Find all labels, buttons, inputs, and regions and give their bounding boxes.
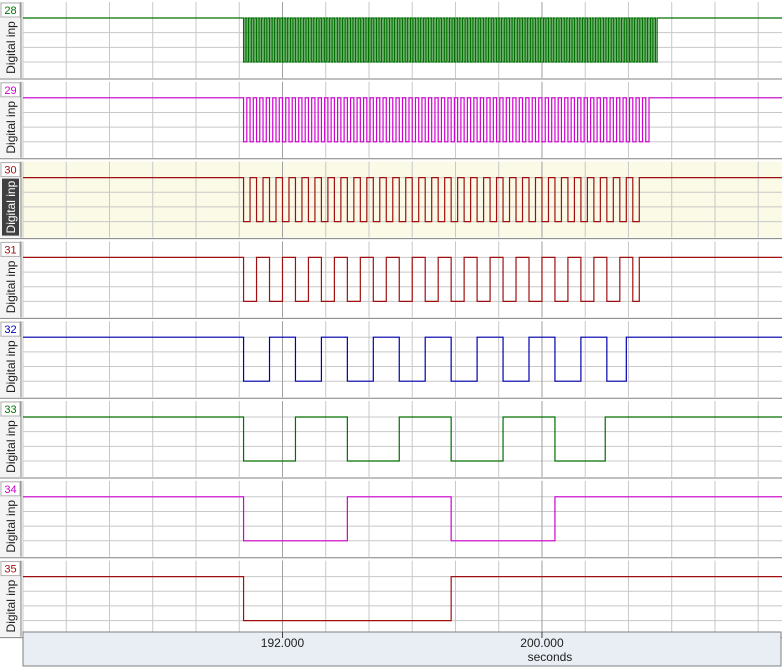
channel-panel xyxy=(0,241,782,318)
channel-axis-label: Digital inp xyxy=(4,420,18,473)
channel-axis-label: Digital inp xyxy=(4,21,18,74)
channel-axis-label: Digital inp xyxy=(4,500,18,553)
time-axis-tick-label: 200.000 xyxy=(520,636,564,650)
channel-axis-label: Digital inp xyxy=(4,260,18,313)
channel-axis-label: Digital inp xyxy=(4,180,18,233)
channel-number: 34 xyxy=(4,484,16,496)
channel-panel xyxy=(0,161,782,238)
channel-panel xyxy=(0,480,782,557)
channel-number: 32 xyxy=(4,324,16,336)
channel-number: 30 xyxy=(4,165,16,177)
time-axis-tick-label: 192.000 xyxy=(261,636,305,650)
channel-axis-label: Digital inp xyxy=(4,579,18,632)
channel-number: 29 xyxy=(4,85,16,97)
channel-panel xyxy=(0,560,782,637)
time-axis xyxy=(22,631,782,667)
channel-number: 28 xyxy=(4,5,16,17)
channel-number: 35 xyxy=(4,564,16,576)
time-axis-unit-label: seconds xyxy=(528,650,573,664)
channel-panel xyxy=(0,81,782,158)
channel-number: 31 xyxy=(4,244,16,256)
channel-number: 33 xyxy=(4,404,16,416)
digital-input-chart: 28 Digital inp 29 Digital inp 30 Digital inp 3… xyxy=(0,2,782,667)
channel-axis-label: Digital inp xyxy=(4,101,18,154)
channel-panel xyxy=(0,401,782,477)
channel-panel xyxy=(0,321,782,398)
channel-axis-label: Digital inp xyxy=(4,340,18,393)
